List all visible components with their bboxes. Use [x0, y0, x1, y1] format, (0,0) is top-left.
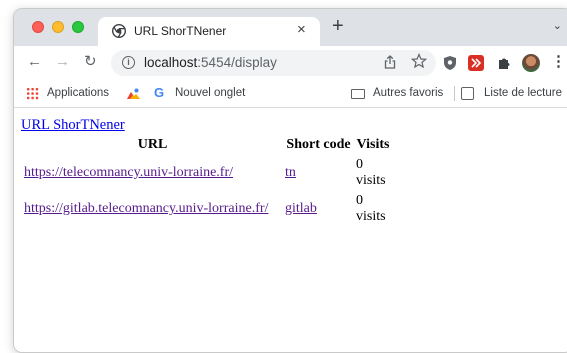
bookmark-other-favorites[interactable]: Autres favoris — [373, 86, 443, 100]
header-short-code: Short code — [286, 137, 351, 152]
page-content: URL ShorTNener URL Short code Visits htt… — [14, 109, 567, 352]
share-icon[interactable] — [384, 55, 396, 69]
photos-icon[interactable] — [127, 88, 140, 99]
header-url: URL — [137, 137, 168, 152]
code-cell: tn — [284, 156, 353, 190]
reading-list-icon[interactable] — [461, 87, 474, 100]
url-link[interactable]: https://telecomnancy.univ-lorraine.fr/ — [24, 165, 233, 180]
home-link[interactable]: URL ShorTNener — [21, 117, 125, 134]
short-code-link[interactable]: tn — [285, 165, 296, 180]
window-maximize-button[interactable] — [72, 21, 84, 33]
tab-search-chevron-icon[interactable]: ⌄ — [553, 19, 562, 32]
bookmark-applications[interactable]: Applications — [47, 86, 109, 100]
visits-cell: 0 visits — [356, 193, 386, 224]
url-path: :5454/display — [197, 55, 277, 70]
browser-window: URL ShorTNener × + ⌄ ← → ↻ i localhost:5… — [13, 8, 567, 353]
url-cell: https://telecomnancy.univ-lorraine.fr/ — [23, 156, 282, 190]
reload-button[interactable]: ↻ — [84, 54, 97, 70]
url-cell: https://gitlab.telecomnancy.univ-lorrain… — [23, 192, 282, 226]
table-row: https://telecomnancy.univ-lorraine.fr/ t… — [23, 156, 391, 190]
tab-strip: URL ShorTNener × + ⌄ — [14, 9, 567, 46]
table-header-row: URL Short code Visits — [23, 136, 391, 154]
url-link[interactable]: https://gitlab.telecomnancy.univ-lorrain… — [24, 201, 268, 216]
url-host: localhost — [144, 55, 198, 70]
header-visits: Visits — [356, 137, 390, 152]
address-bar[interactable]: i localhost:5454/display — [111, 50, 436, 76]
short-code-link[interactable]: gitlab — [285, 201, 317, 216]
bookmarks-divider — [454, 86, 455, 101]
shield-extension-icon[interactable] — [442, 55, 458, 71]
tab-url-shortener[interactable]: URL ShorTNener × — [98, 17, 320, 46]
tab-title: URL ShorTNener — [134, 24, 227, 38]
red-extension-icon[interactable] — [468, 55, 484, 71]
chrome-favicon-icon — [112, 24, 126, 38]
menu-icon[interactable]: ⋮ — [551, 54, 566, 70]
puzzle-icon[interactable] — [496, 55, 512, 71]
url-text[interactable]: localhost:5454/display — [144, 55, 277, 70]
bookmark-new-tab[interactable]: Nouvel onglet — [175, 86, 245, 100]
new-tab-button[interactable]: + — [332, 16, 344, 36]
avatar[interactable] — [522, 54, 540, 72]
code-cell: gitlab — [284, 192, 353, 226]
bookmark-reading-list[interactable]: Liste de lecture — [484, 86, 562, 100]
bookmarks-bar: Applications G Nouvel onglet Autres favo… — [14, 80, 567, 108]
back-button[interactable]: ← — [27, 54, 42, 70]
window-minimize-button[interactable] — [52, 21, 64, 33]
visits-cell: 0 visits — [356, 157, 386, 188]
tab-close-icon[interactable]: × — [297, 22, 306, 38]
folder-icon[interactable] — [351, 89, 365, 99]
browser-toolbar: ← → ↻ i localhost:5454/display ⋮ — [14, 46, 567, 80]
apps-icon[interactable] — [26, 87, 39, 100]
table-row: https://gitlab.telecomnancy.univ-lorrain… — [23, 192, 391, 226]
urls-table: URL Short code Visits https://telecomnan… — [21, 134, 393, 228]
window-close-button[interactable] — [32, 21, 44, 33]
info-icon[interactable]: i — [122, 56, 135, 69]
forward-button[interactable]: → — [55, 54, 70, 70]
google-icon[interactable]: G — [154, 85, 164, 101]
star-icon[interactable] — [411, 53, 427, 69]
